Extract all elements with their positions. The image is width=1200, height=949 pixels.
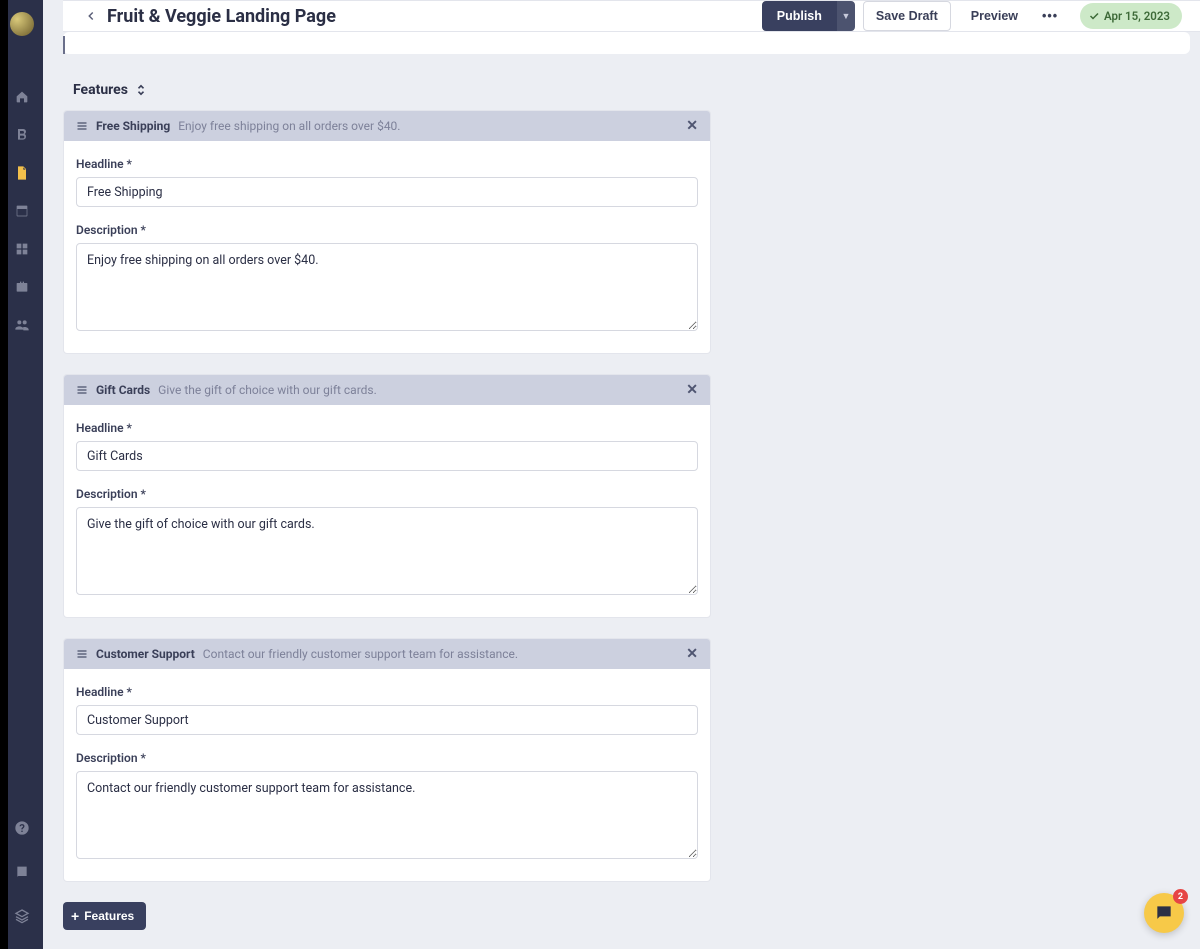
headline-label: Headline * [76, 421, 698, 435]
sort-icon[interactable] [134, 83, 148, 97]
feature-title: Free Shipping [96, 119, 170, 133]
back-button[interactable] [81, 6, 101, 26]
add-feature-label: Features [84, 909, 134, 923]
feature-title: Customer Support [96, 647, 195, 661]
publish-caret-button[interactable]: ▼ [837, 1, 855, 31]
status-date: Apr 15, 2023 [1104, 9, 1170, 23]
page-header: Fruit & Veggie Landing Page Publish ▼ Sa… [63, 0, 1200, 32]
remove-feature-button[interactable]: ✕ [686, 382, 698, 398]
headline-label: Headline * [76, 157, 698, 171]
description-textarea[interactable]: Enjoy free shipping on all orders over $… [76, 243, 698, 331]
sidebar-nav [0, 0, 43, 949]
blog-icon[interactable] [11, 124, 33, 146]
feature-block-header: Gift Cards Give the gift of choice with … [64, 375, 710, 405]
remove-feature-button[interactable]: ✕ [686, 118, 698, 134]
layers-icon[interactable] [11, 905, 33, 927]
page-title: Fruit & Veggie Landing Page [107, 6, 336, 27]
home-icon[interactable] [11, 86, 33, 108]
description-label: Description * [76, 751, 698, 765]
feature-block-header: Customer Support Contact our friendly cu… [64, 639, 710, 669]
publish-button[interactable]: Publish [762, 1, 837, 31]
plus-icon: + [71, 908, 79, 924]
status-badge: Apr 15, 2023 [1080, 3, 1182, 29]
drag-handle-icon[interactable] [76, 648, 88, 660]
description-label: Description * [76, 223, 698, 237]
boxes-icon[interactable] [11, 238, 33, 260]
headline-label: Headline * [76, 685, 698, 699]
feature-title: Gift Cards [96, 383, 150, 397]
description-label: Description * [76, 487, 698, 501]
chat-launcher[interactable]: 2 [1144, 893, 1184, 933]
feature-summary: Contact our friendly customer support te… [203, 647, 518, 661]
briefcase-icon[interactable] [11, 276, 33, 298]
add-feature-button[interactable]: + Features [63, 902, 146, 930]
feature-summary: Enjoy free shipping on all orders over $… [178, 119, 400, 133]
feature-block: Customer Support Contact our friendly cu… [63, 638, 711, 882]
section-title-features: Features [73, 82, 128, 98]
help-icon[interactable] [11, 817, 33, 839]
chat-badge: 2 [1173, 889, 1188, 904]
preview-button[interactable]: Preview [959, 1, 1030, 31]
avatar[interactable] [10, 12, 34, 36]
headline-input[interactable] [76, 177, 698, 207]
save-draft-button[interactable]: Save Draft [863, 1, 951, 31]
drag-handle-icon[interactable] [76, 120, 88, 132]
page-icon[interactable] [11, 162, 33, 184]
users-icon[interactable] [11, 314, 33, 336]
remove-feature-button[interactable]: ✕ [686, 646, 698, 662]
headline-input[interactable] [76, 705, 698, 735]
check-icon [1088, 10, 1100, 22]
drag-handle-icon[interactable] [76, 384, 88, 396]
description-textarea[interactable]: Contact our friendly customer support te… [76, 771, 698, 859]
more-button[interactable]: ••• [1038, 1, 1062, 31]
calendar-icon[interactable] [11, 200, 33, 222]
description-textarea[interactable]: Give the gift of choice with our gift ca… [76, 507, 698, 595]
feature-block-header: Free Shipping Enjoy free shipping on all… [64, 111, 710, 141]
chat-icon [1154, 903, 1174, 923]
feature-summary: Give the gift of choice with our gift ca… [158, 383, 377, 397]
feature-block: Gift Cards Give the gift of choice with … [63, 374, 711, 618]
feature-block: Free Shipping Enjoy free shipping on all… [63, 110, 711, 354]
headline-input[interactable] [76, 441, 698, 471]
card-fragment [63, 32, 1190, 54]
book-icon[interactable] [11, 861, 33, 883]
